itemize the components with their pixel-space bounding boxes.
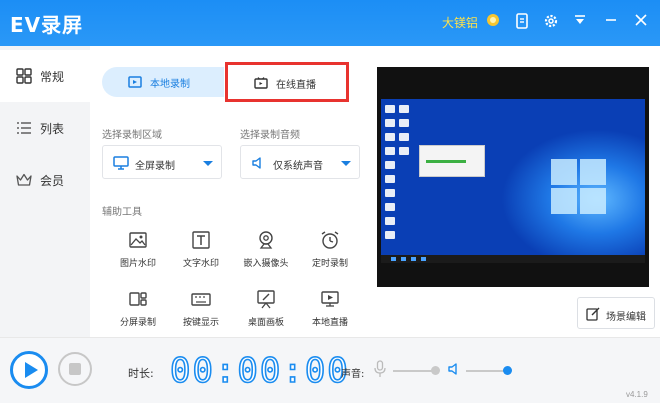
drawing-board-icon [257,290,275,309]
tool-scheduled-record[interactable]: 定时录制 [298,230,362,274]
sidebar-item-label: 会员 [40,174,65,188]
tool-label: 本地直播 [311,318,348,328]
grid-icon [16,68,32,84]
bottom-control-bar: 时长: 00:00:00 声音: v4.1.9 [0,337,660,403]
region-select-value: 全屏录制 [135,161,175,172]
volume-label: 声音: [341,369,365,380]
list-icon [17,122,31,134]
speaker-icon [252,157,261,169]
microphone-icon[interactable] [373,360,387,378]
alarm-icon [321,231,339,249]
tools-label: 辅助工具 [102,207,142,218]
audio-select[interactable]: 仅系统声音 [240,145,360,179]
split-screen-icon [129,292,147,306]
taskbar-preview [381,255,645,263]
recording-timer: 00:00:00 [169,350,350,392]
tool-label: 嵌入摄像头 [243,259,289,269]
sidebar: 常规 列表 会员 [0,46,90,337]
live-tv-icon [254,77,268,89]
duration-label: 时长: [128,367,154,380]
tool-label: 图片水印 [119,259,156,269]
tool-embed-webcam[interactable]: 嵌入摄像头 [234,230,298,274]
app-title: EV录屏 [10,13,84,37]
version-label: v4.1.9 [626,390,648,399]
tab-live-stream[interactable]: 在线直播 [225,62,349,102]
chevron-down-icon [341,161,351,166]
webcam-icon [259,231,273,249]
monitor-icon [113,156,129,170]
sidebar-item-general[interactable]: 常规 [0,50,90,102]
play-icon [25,362,38,378]
tool-label: 按键显示 [182,318,219,328]
chevron-down-icon [203,161,213,166]
stop-record-button[interactable] [58,352,92,386]
region-select[interactable]: 全屏录制 [102,145,222,179]
coin-icon[interactable] [484,13,502,31]
speaker-icon[interactable] [447,362,461,376]
user-name[interactable]: 大镁铝 [442,14,478,31]
tab-live-stream-label: 在线直播 [276,80,316,91]
tool-label: 定时录制 [311,259,348,269]
sidebar-item-member[interactable]: 会员 [0,154,90,206]
keyboard-icon [191,293,211,306]
system-volume-knob[interactable] [503,366,512,375]
record-screen-icon [128,76,142,88]
screen-preview [377,67,649,287]
audio-label: 选择录制音频 [240,130,300,141]
crown-icon [16,173,32,186]
edit-icon [586,307,600,321]
tool-label: 分屏录制 [119,318,156,328]
system-volume-slider[interactable] [466,370,508,372]
tool-text-watermark[interactable]: 文字水印 [169,230,233,274]
gear-icon[interactable] [542,13,560,31]
region-label: 选择录制区域 [102,130,162,141]
sidebar-item-label: 常规 [40,70,65,84]
text-icon [192,231,210,249]
image-icon [129,232,147,248]
microphone-volume-knob[interactable] [431,366,440,375]
scene-edit-button[interactable]: 场景编辑 [577,297,655,329]
tool-local-live[interactable]: 本地直播 [298,289,362,333]
tab-local-record[interactable]: 本地录制 [102,67,224,97]
tool-label: 文字水印 [182,259,219,269]
stop-icon [69,363,81,375]
tool-split-screen[interactable]: 分屏录制 [106,289,170,333]
tool-key-display[interactable]: 按键显示 [169,289,233,333]
audio-select-value: 仅系统声音 [273,161,323,172]
desktop-preview-image [381,99,645,255]
start-record-button[interactable] [10,351,48,389]
tool-desktop-drawing-board[interactable]: 桌面画板 [234,289,298,333]
sidebar-item-label: 列表 [40,122,65,136]
windows-logo-icon [551,159,607,215]
tool-image-watermark[interactable]: 图片水印 [106,230,170,274]
sidebar-item-list[interactable]: 列表 [0,102,90,154]
title-bar: EV录屏 大镁铝 [0,0,660,46]
minimize-icon[interactable] [602,13,620,31]
tab-local-record-label: 本地录制 [150,79,190,90]
dropdown-menu-icon[interactable] [571,13,589,31]
local-live-icon [321,291,339,307]
scene-edit-label: 场景编辑 [606,312,646,323]
close-icon[interactable] [632,13,650,31]
document-icon[interactable] [513,13,531,31]
tool-label: 桌面画板 [247,318,284,328]
